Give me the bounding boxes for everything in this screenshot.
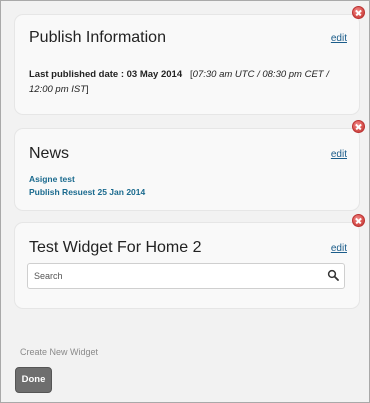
bracket-close: ]: [86, 84, 89, 95]
publish-info-text: Last published date : 03 May 2014 [07:30…: [29, 67, 347, 97]
remove-widget-icon[interactable]: [352, 214, 365, 227]
widget-panel: Publish Information edit Last published …: [0, 0, 370, 403]
remove-widget-icon[interactable]: [352, 6, 365, 19]
publish-information-widget: Publish Information edit Last published …: [15, 6, 365, 114]
news-widget: News edit Asigne test Publish Resuest 25…: [15, 120, 365, 210]
search-icon[interactable]: [327, 269, 339, 281]
edit-link[interactable]: edit: [331, 149, 347, 160]
remove-widget-icon[interactable]: [352, 120, 365, 133]
edit-link[interactable]: edit: [331, 243, 347, 254]
last-published-label: Last published date : 03 May 2014: [29, 69, 183, 80]
news-item[interactable]: Asigne test: [29, 173, 145, 186]
news-list: Asigne test Publish Resuest 25 Jan 2014: [29, 173, 145, 199]
edit-link[interactable]: edit: [331, 33, 347, 44]
news-item[interactable]: Publish Resuest 25 Jan 2014: [29, 186, 145, 199]
widget-title: Test Widget For Home 2: [29, 239, 202, 256]
widget-title: News: [29, 145, 70, 162]
search-box: [27, 263, 345, 289]
widget-title: Publish Information: [29, 29, 166, 46]
create-new-widget-link[interactable]: Create New Widget: [20, 347, 98, 357]
done-button[interactable]: Done: [15, 367, 52, 393]
search-input[interactable]: [34, 268, 314, 284]
test-widget: Test Widget For Home 2 edit: [15, 214, 365, 308]
